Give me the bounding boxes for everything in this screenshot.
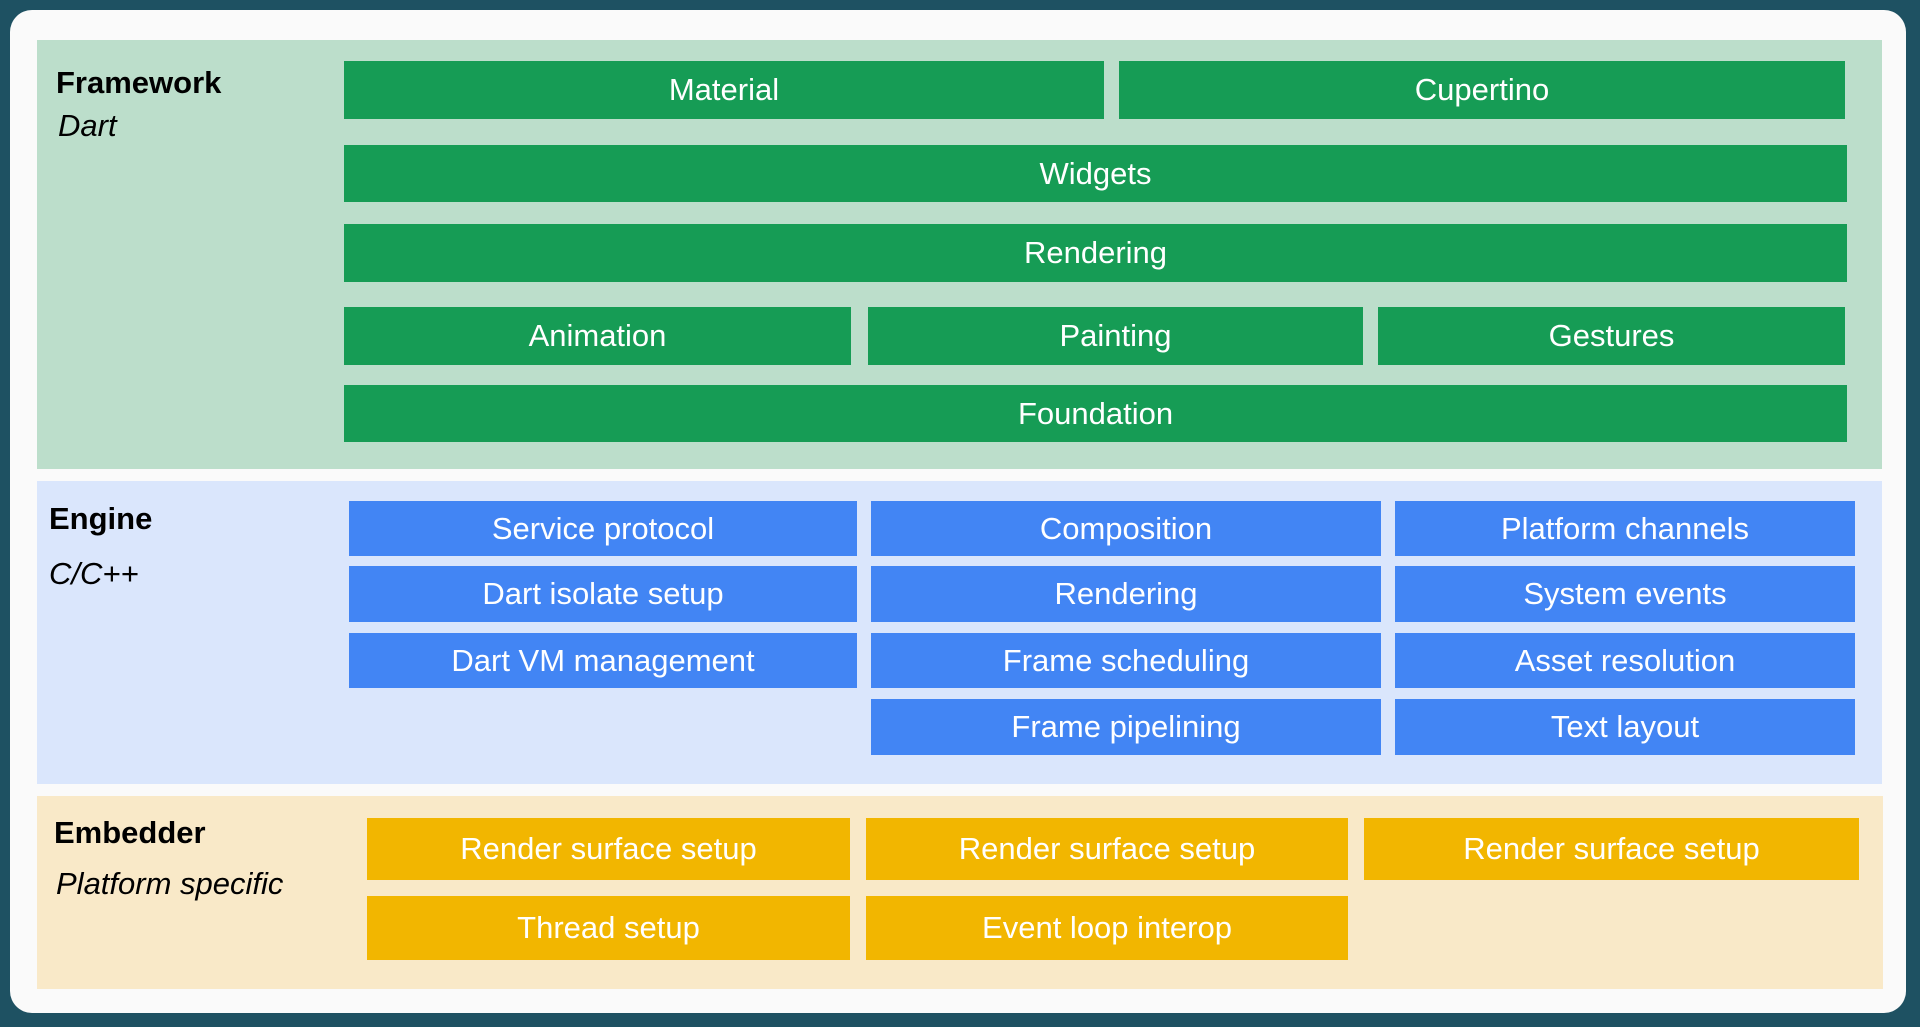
engine-box-composition: Composition — [871, 501, 1381, 556]
embedder-title: Embedder — [54, 815, 206, 850]
engine-box-rendering: Rendering — [871, 566, 1381, 622]
embedder-box-event-loop-interop: Event loop interop — [866, 896, 1348, 960]
engine-subtitle: C/C++ — [49, 556, 139, 591]
engine-box-text-layout: Text layout — [1395, 699, 1855, 755]
engine-box-dart-isolate-setup: Dart isolate setup — [349, 566, 857, 622]
framework-box-material: Material — [344, 61, 1104, 119]
framework-box-foundation: Foundation — [344, 385, 1847, 442]
engine-box-platform-channels: Platform channels — [1395, 501, 1855, 556]
engine-box-frame-scheduling: Frame scheduling — [871, 633, 1381, 688]
framework-box-cupertino: Cupertino — [1119, 61, 1845, 119]
embedder-box-render-surface-setup-3: Render surface setup — [1364, 818, 1859, 880]
embedder-subtitle: Platform specific — [56, 866, 284, 901]
engine-box-service-protocol: Service protocol — [349, 501, 857, 556]
embedder-box-render-surface-setup-2: Render surface setup — [866, 818, 1348, 880]
embedder-box-thread-setup: Thread setup — [367, 896, 850, 960]
engine-box-frame-pipelining: Frame pipelining — [871, 699, 1381, 755]
framework-subtitle: Dart — [58, 108, 117, 143]
engine-box-system-events: System events — [1395, 566, 1855, 622]
engine-box-asset-resolution: Asset resolution — [1395, 633, 1855, 688]
framework-box-widgets: Widgets — [344, 145, 1847, 202]
framework-box-painting: Painting — [868, 307, 1363, 365]
framework-box-rendering: Rendering — [344, 224, 1847, 282]
embedder-box-render-surface-setup-1: Render surface setup — [367, 818, 850, 880]
engine-title: Engine — [49, 501, 153, 536]
framework-box-gestures: Gestures — [1378, 307, 1845, 365]
framework-title: Framework — [56, 65, 222, 100]
framework-box-animation: Animation — [344, 307, 851, 365]
engine-box-dart-vm-management: Dart VM management — [349, 633, 857, 688]
